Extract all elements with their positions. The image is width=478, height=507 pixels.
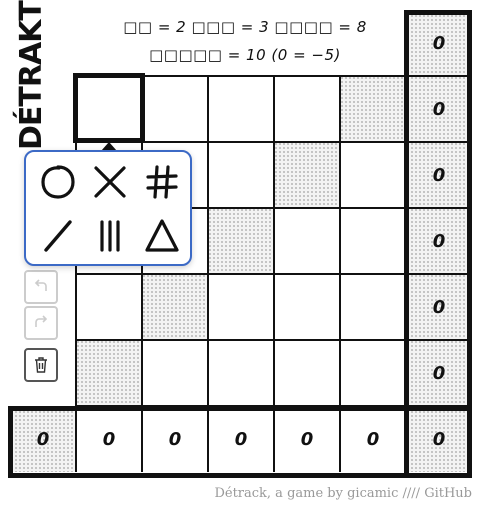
slash-option[interactable]: [34, 212, 82, 260]
undo-icon: [34, 279, 47, 291]
grid-cell[interactable]: [340, 76, 406, 142]
grid-cell[interactable]: [208, 76, 274, 142]
column-score-row: [8, 406, 472, 478]
grid-cell[interactable]: [340, 208, 406, 274]
grid-cell[interactable]: [208, 142, 274, 208]
hash-option[interactable]: [138, 158, 186, 206]
selected-cell[interactable]: [73, 73, 145, 143]
grid-cell[interactable]: [142, 76, 208, 142]
trash-icon: [35, 357, 47, 373]
cross-option[interactable]: [86, 158, 134, 206]
shape-picker-popup: [24, 150, 192, 266]
grid-cell[interactable]: [142, 274, 208, 340]
grid-cell[interactable]: [340, 142, 406, 208]
github-link[interactable]: GitHub: [424, 486, 472, 501]
triangle-option[interactable]: [138, 212, 186, 260]
grid-cell[interactable]: [76, 274, 142, 340]
delete-button[interactable]: [24, 348, 58, 382]
slash-icon: [44, 220, 72, 252]
redo-button[interactable]: [24, 306, 58, 340]
grid-cell[interactable]: [142, 340, 208, 406]
triple-bar-option[interactable]: [86, 212, 134, 260]
footer: Détrack, a game by gicamic //// GitHub: [214, 486, 472, 501]
triple-bar-icon: [100, 220, 120, 252]
footer-credit: Détrack, a game by gicamic: [214, 486, 399, 501]
grid-cell[interactable]: [340, 340, 406, 406]
footer-separator: ////: [402, 486, 421, 501]
grid-cell[interactable]: [274, 76, 340, 142]
cross-icon: [94, 166, 126, 198]
circle-option[interactable]: [34, 158, 82, 206]
grid-cell[interactable]: [274, 274, 340, 340]
grid-cell[interactable]: [340, 274, 406, 340]
grid-cell[interactable]: [208, 340, 274, 406]
hash-icon: [146, 165, 178, 199]
grid-cell[interactable]: [274, 340, 340, 406]
undo-button[interactable]: [24, 270, 58, 304]
grid-cell[interactable]: [76, 340, 142, 406]
grid-cell[interactable]: [274, 142, 340, 208]
grid-cell[interactable]: [274, 208, 340, 274]
grid-cell[interactable]: [208, 274, 274, 340]
grid-cell[interactable]: [208, 208, 274, 274]
circle-icon: [41, 165, 75, 199]
triangle-icon: [145, 219, 179, 252]
redo-icon: [35, 315, 48, 327]
